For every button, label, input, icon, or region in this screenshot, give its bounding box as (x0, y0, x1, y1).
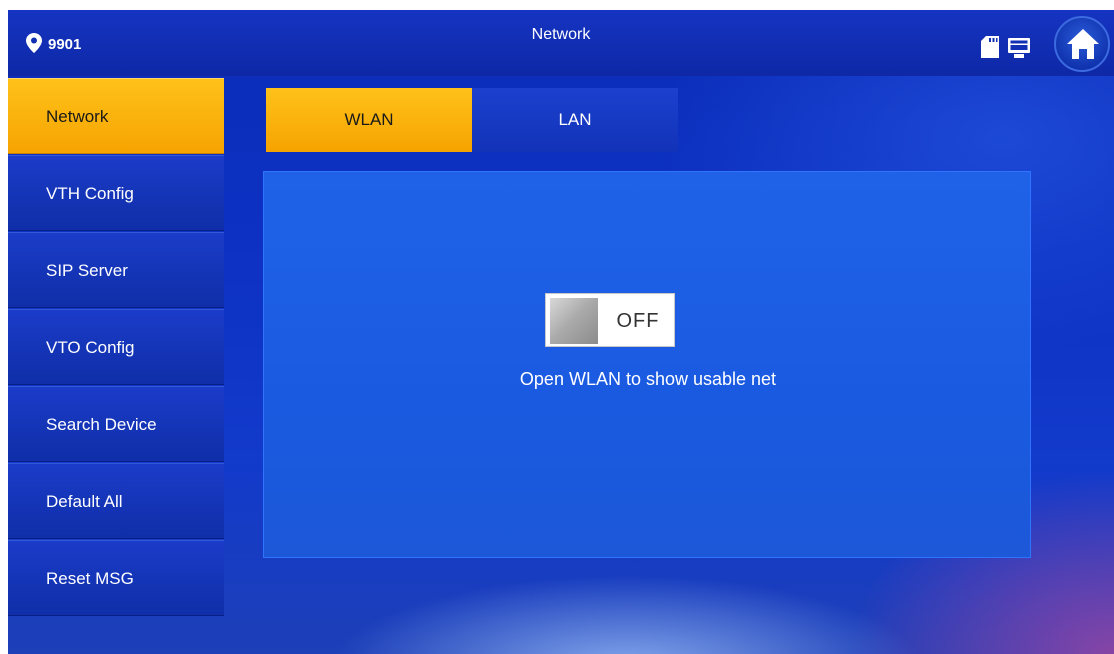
sidebar-item-vto-config[interactable]: VTO Config (8, 309, 224, 385)
wlan-toggle[interactable]: OFF (545, 293, 675, 347)
sidebar-item-network[interactable]: Network (8, 78, 224, 154)
tab-wlan[interactable]: WLAN (266, 88, 472, 152)
wlan-hint-text: Open WLAN to show usable net (519, 369, 777, 389)
sidebar-item-reset-msg[interactable]: Reset MSG (8, 540, 224, 616)
screen: 9901 Network Network VTH Config SIP Serv… (8, 10, 1114, 654)
tab-lan[interactable]: LAN (472, 88, 678, 152)
sidebar-item-vth-config[interactable]: VTH Config (8, 155, 224, 231)
sidebar: Network VTH Config SIP Server VTO Config… (8, 78, 224, 654)
sidebar-item-label: Network (46, 107, 109, 126)
page-title: Network (531, 26, 591, 43)
sidebar-item-label: Reset MSG (46, 569, 134, 588)
sidebar-item-label: SIP Server (46, 261, 128, 280)
toggle-state-label: OFF (616, 310, 660, 332)
sidebar-item-sip-server[interactable]: SIP Server (8, 232, 224, 308)
network-tabs: WLAN LAN (266, 88, 678, 152)
sd-card-icon (981, 36, 999, 58)
monitor-icon (1008, 38, 1030, 58)
sidebar-item-label: VTH Config (46, 184, 134, 203)
top-bar: 9901 Network (8, 10, 1114, 76)
sidebar-item-search-device[interactable]: Search Device (8, 386, 224, 462)
sidebar-item-label: VTO Config (46, 338, 135, 357)
toggle-knob (550, 298, 598, 344)
home-button[interactable] (1054, 16, 1110, 72)
sidebar-item-label: Search Device (46, 415, 157, 434)
sidebar-item-label: Default All (46, 492, 123, 511)
home-icon (1067, 29, 1099, 59)
wlan-panel: OFF Open WLAN to show usable net (263, 171, 1031, 558)
sidebar-item-default-all[interactable]: Default All (8, 463, 224, 539)
